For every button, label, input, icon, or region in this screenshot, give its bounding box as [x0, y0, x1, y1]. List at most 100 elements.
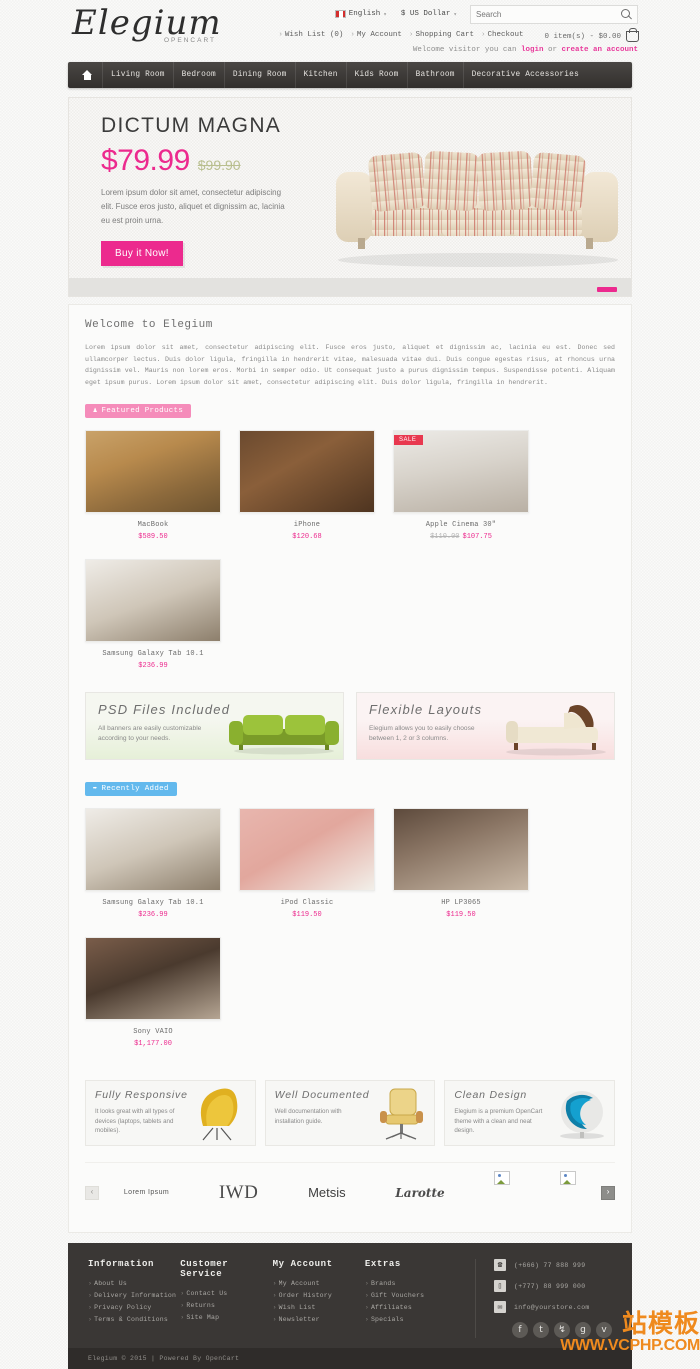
product-image: [86, 938, 220, 1019]
footer-contact-block: ☎ (+666) 77 888 999 ▯ (+777) 88 999 000 …: [475, 1259, 612, 1338]
product-thumbnail[interactable]: [393, 808, 529, 891]
buy-it-now-button[interactable]: Buy it Now!: [101, 241, 183, 266]
product-name[interactable]: Sony VAIO: [85, 1028, 221, 1036]
brand-logo-metsis[interactable]: Metsis: [308, 1185, 346, 1200]
product-thumbnail[interactable]: [85, 559, 221, 642]
footer-link-my-account[interactable]: My Account: [273, 1278, 365, 1290]
currency-selector[interactable]: $ US Dollar ▾: [394, 7, 464, 21]
banner-text: Elegium allows you to easily choose betw…: [369, 725, 475, 742]
product-name[interactable]: Samsung Galaxy Tab 10.1: [85, 899, 221, 907]
product-name[interactable]: HP LP3065: [393, 899, 529, 907]
header-links-row: Wish List (0) My Account Shopping Cart C…: [285, 26, 639, 43]
hero-pricing: $79.99 $99.90: [101, 144, 331, 178]
product-card[interactable]: iPod Classic $119.50: [239, 808, 375, 919]
site-logo[interactable]: Elegium OPENCART: [72, 5, 222, 55]
carousel-prev-button[interactable]: ‹: [85, 1185, 99, 1200]
footer-link-site-map[interactable]: Site Map: [180, 1312, 272, 1324]
footer-link-privacy-policy[interactable]: Privacy Policy: [88, 1302, 180, 1314]
product-name[interactable]: MacBook: [85, 521, 221, 529]
product-card[interactable]: HP LP3065 $119.50: [393, 808, 529, 919]
footer-link-specials[interactable]: Specials: [365, 1314, 459, 1326]
twitter-icon[interactable]: t: [533, 1322, 549, 1338]
cart-total[interactable]: 0 item(s) - $0.00: [544, 28, 639, 42]
language-selector[interactable]: English ▾: [328, 7, 394, 21]
footer-link-contact-us[interactable]: Contact Us: [180, 1288, 272, 1300]
product-card[interactable]: MacBook $589.50: [85, 430, 221, 541]
main-navigation: Living Room Bedroom Dining Room Kitchen …: [68, 62, 632, 88]
nav-item-kitchen[interactable]: Kitchen: [294, 62, 346, 88]
product-name[interactable]: iPhone: [239, 521, 375, 529]
feature-boxes: Fully Responsive It looks great with all…: [85, 1080, 616, 1146]
link-shopping-cart[interactable]: Shopping Cart: [409, 31, 474, 39]
nav-item-home[interactable]: [72, 62, 102, 88]
nav-item-living-room[interactable]: Living Room: [102, 62, 173, 88]
product-card[interactable]: Samsung Galaxy Tab 10.1 $236.99: [85, 559, 221, 670]
cart-total-label: 0 item(s) - $0.00: [544, 33, 621, 41]
brand-logo-lorem-ipsum[interactable]: Lorem Ipsum: [124, 1189, 169, 1196]
footer-link-returns[interactable]: Returns: [180, 1300, 272, 1312]
footer-link-brands[interactable]: Brands: [365, 1278, 459, 1290]
footer-link-wish-list[interactable]: Wish List: [273, 1302, 365, 1314]
arrow-right-icon: ➨: [93, 784, 98, 793]
product-name[interactable]: Apple Cinema 30": [393, 521, 529, 529]
recently-added-grid: Samsung Galaxy Tab 10.1 $236.99 iPod Cla…: [85, 808, 615, 1066]
link-wish-list[interactable]: Wish List (0): [278, 31, 344, 39]
link-my-account[interactable]: My Account: [350, 31, 402, 39]
product-thumbnail[interactable]: [85, 430, 221, 513]
login-link[interactable]: login: [521, 46, 544, 54]
brand-logo-iwd[interactable]: IWD: [219, 1182, 258, 1204]
footer-link-about-us[interactable]: About Us: [88, 1278, 180, 1290]
create-account-link[interactable]: create an account: [561, 46, 638, 54]
footer-link-delivery-information[interactable]: Delivery Information: [88, 1290, 180, 1302]
product-thumbnail[interactable]: [85, 937, 221, 1020]
recently-added-badge: ➨ Recently Added: [85, 782, 177, 796]
nav-item-dining-room[interactable]: Dining Room: [223, 62, 295, 88]
search-input[interactable]: [476, 9, 621, 19]
product-card[interactable]: Samsung Galaxy Tab 10.1 $236.99: [85, 808, 221, 919]
product-image: [240, 809, 374, 890]
facebook-icon[interactable]: f: [512, 1322, 528, 1338]
contact-email-text[interactable]: info@yourstore.com: [514, 1304, 590, 1311]
banner-psd-files[interactable]: PSD Files Included All banners are easil…: [85, 692, 344, 760]
product-name[interactable]: Samsung Galaxy Tab 10.1: [85, 650, 221, 658]
feature-text: It looks great with all types of devices…: [95, 1108, 175, 1134]
product-card[interactable]: Sony VAIO $1,177.00: [85, 937, 221, 1048]
product-thumbnail[interactable]: [239, 808, 375, 891]
banner-flexible-layouts[interactable]: Flexible Layouts Elegium allows you to e…: [356, 692, 615, 760]
search-box[interactable]: [470, 4, 638, 24]
nav-item-bathroom[interactable]: Bathroom: [406, 62, 463, 88]
carousel-next-button[interactable]: ›: [601, 1185, 615, 1200]
hero-slider: DICTUM MAGNA $79.99 $99.90 Lorem ipsum d…: [68, 97, 632, 297]
footer-link-affiliates[interactable]: Affiliates: [365, 1302, 459, 1314]
product-card[interactable]: iPhone $120.68: [239, 430, 375, 541]
product-thumbnail[interactable]: SALE: [393, 430, 529, 513]
product-thumbnail[interactable]: [85, 808, 221, 891]
product-thumbnail[interactable]: [239, 430, 375, 513]
link-checkout[interactable]: Checkout: [481, 31, 523, 39]
contact-mobile: ▯ (+777) 88 999 000: [494, 1280, 612, 1292]
product-name[interactable]: iPod Classic: [239, 899, 375, 907]
feature-text: Well documentation with installation gui…: [274, 1108, 342, 1125]
footer-link-order-history[interactable]: Order History: [273, 1290, 365, 1302]
yellow-chair-image: [200, 1088, 238, 1141]
trophy-icon: ♟: [93, 406, 98, 415]
nav-item-bedroom[interactable]: Bedroom: [172, 62, 224, 88]
nav-item-decorative-accessories[interactable]: Decorative Accessories: [462, 62, 587, 88]
brand-logo-larotte[interactable]: Larotte: [395, 1186, 444, 1200]
rss-icon[interactable]: ↯: [554, 1322, 570, 1338]
nav-item-kids-room[interactable]: Kids Room: [345, 62, 407, 88]
slider-pagination-active[interactable]: [597, 287, 617, 292]
vimeo-icon[interactable]: v: [596, 1322, 612, 1338]
footer-link-newsletter[interactable]: Newsletter: [273, 1314, 365, 1326]
footer-link-gift-vouchers[interactable]: Gift Vouchers: [365, 1290, 459, 1302]
google-plus-icon[interactable]: g: [575, 1322, 591, 1338]
footer-link-terms-conditions[interactable]: Terms & Conditions: [88, 1314, 180, 1326]
broken-image-icon[interactable]: [560, 1170, 577, 1185]
cart-icon: [625, 28, 639, 42]
search-icon[interactable]: [621, 8, 632, 20]
page-root: Elegium OPENCART English ▾ $ US Dollar ▾: [0, 0, 700, 1369]
product-card[interactable]: SALE Apple Cinema 30" $110.00 $107.75: [393, 430, 529, 541]
broken-image-icon[interactable]: [494, 1170, 511, 1185]
phone-icon: ☎: [494, 1259, 506, 1271]
footer-column-extras: Extras Brands Gift Vouchers Affiliates S…: [365, 1259, 459, 1338]
